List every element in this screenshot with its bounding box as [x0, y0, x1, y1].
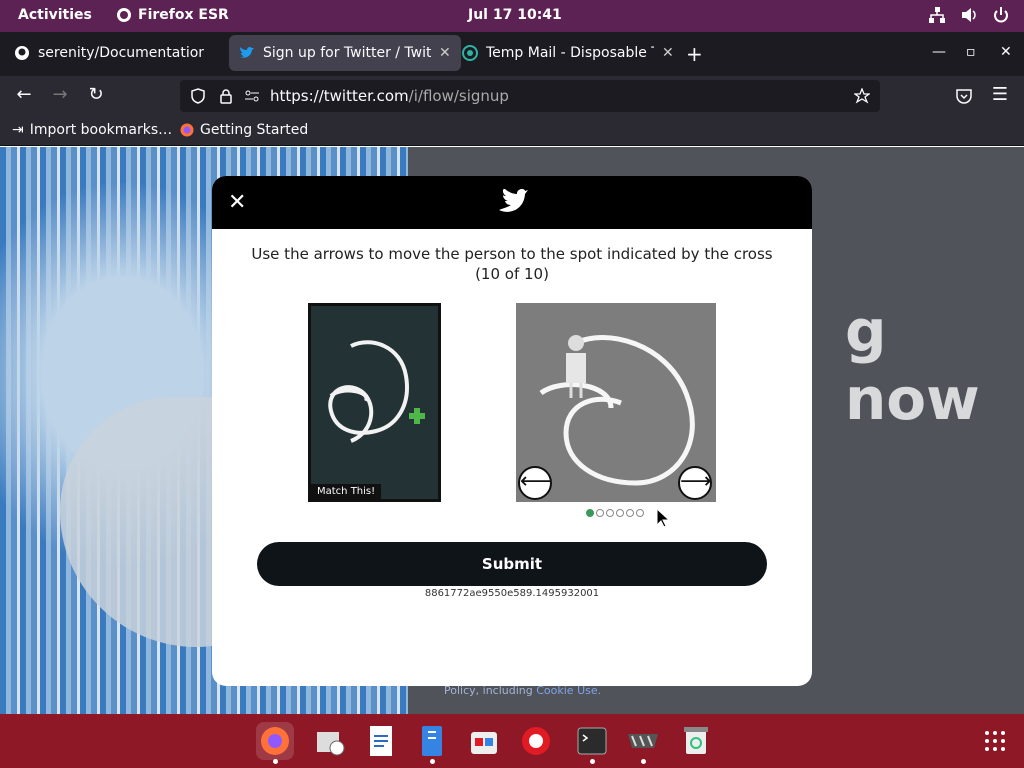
progress-counter: (10 of 10) [475, 265, 549, 283]
dock-firefox[interactable] [256, 722, 294, 760]
firefox-icon [261, 727, 289, 755]
running-indicator [590, 759, 595, 764]
running-indicator [430, 759, 435, 764]
tab-strip: serenity/Documentation/ Sign up for Twit… [0, 32, 1024, 76]
progress-dot [616, 509, 624, 517]
tab-title: serenity/Documentation/ [38, 45, 204, 61]
progress-dot [626, 509, 634, 517]
firefox-icon [180, 123, 194, 137]
dock-evolution[interactable] [311, 722, 349, 760]
tab-twitter-signup[interactable]: Sign up for Twitter / Twitt ✕ [229, 35, 461, 71]
progress-dot [586, 509, 594, 517]
dock-terminal[interactable] [573, 722, 611, 760]
bookmark-import[interactable]: ⇥ Import bookmarks… [12, 122, 172, 138]
target-image: Match This! [308, 303, 441, 502]
move-left-button[interactable]: ⟵ [518, 466, 552, 500]
mouse-cursor-icon [656, 508, 670, 528]
permissions-icon[interactable] [244, 88, 260, 104]
running-indicator [273, 759, 278, 764]
menu-icon[interactable]: ☰ [988, 84, 1012, 105]
pocket-icon[interactable] [956, 88, 972, 104]
tab-github[interactable]: serenity/Documentation/ [4, 35, 214, 71]
back-button[interactable]: ← [12, 84, 36, 105]
progress-dot [606, 509, 614, 517]
dock [0, 714, 1024, 768]
app-menu[interactable]: Firefox ESR [116, 7, 229, 23]
submit-button[interactable]: Submit [257, 542, 767, 586]
system-top-bar: Activities Firefox ESR Jul 17 10:41 [0, 0, 1024, 32]
dock-files[interactable] [413, 722, 451, 760]
tab-title: Sign up for Twitter / Twitt [263, 45, 431, 61]
bookmarks-toolbar: ⇥ Import bookmarks… Getting Started [0, 116, 1024, 146]
tab-tempmail[interactable]: Temp Mail - Disposable T ✕ [452, 35, 684, 71]
network-icon[interactable] [928, 6, 946, 24]
new-tab-button[interactable]: + [686, 42, 703, 66]
github-icon [15, 46, 29, 60]
bookmark-star-icon[interactable] [854, 88, 870, 104]
system-tray[interactable] [928, 6, 1010, 24]
close-window-button[interactable]: ✕ [1000, 44, 1012, 60]
app-name: Firefox ESR [138, 7, 229, 23]
firefox-icon [117, 8, 131, 22]
puzzle-image: ⟵ ⟶ [516, 303, 716, 502]
progress-dots [586, 509, 644, 517]
url-host: https://twitter.com [270, 87, 409, 105]
twitter-logo-icon [499, 189, 528, 212]
shield-icon[interactable] [190, 88, 206, 104]
reload-button[interactable]: ↻ [84, 84, 108, 105]
evolution-icon [317, 732, 345, 756]
import-icon: ⇥ [12, 122, 24, 138]
url-path: /i/flow/signup [408, 87, 509, 105]
software-icon [471, 732, 497, 754]
running-indicator [641, 759, 646, 764]
help-icon [522, 727, 550, 755]
url-text[interactable]: https://twitter.com/i/flow/signup [270, 87, 509, 105]
forward-button[interactable]: → [48, 84, 72, 105]
bookmark-label: Import bookmarks… [29, 122, 173, 138]
close-dialog-button[interactable]: ✕ [228, 190, 246, 215]
dock-vim[interactable] [624, 722, 662, 760]
tab-close-button[interactable]: ✕ [439, 45, 451, 61]
captcha-dialog: ✕ Use the arrows to move the person to t… [212, 176, 812, 686]
url-bar[interactable]: https://twitter.com/i/flow/signup [180, 80, 880, 112]
session-token: 8861772ae9550e589.1495932001 [424, 588, 600, 599]
bookmark-label: Getting Started [200, 122, 309, 138]
bookmark-getting-started[interactable]: Getting Started [180, 122, 308, 138]
dock-software[interactable] [465, 722, 503, 760]
show-apps-icon[interactable] [984, 730, 1006, 752]
terminal-icon [577, 727, 607, 755]
dock-writer[interactable] [362, 722, 400, 760]
clock[interactable]: Jul 17 10:41 [468, 7, 562, 23]
writer-icon [370, 726, 392, 756]
activities-button[interactable]: Activities [18, 7, 92, 23]
dock-help[interactable] [517, 722, 555, 760]
target-caption: Match This! [311, 484, 382, 499]
lock-icon[interactable] [218, 88, 234, 104]
maximize-button[interactable]: ▫ [966, 44, 976, 60]
captcha-instruction: Use the arrows to move the person to the… [212, 244, 812, 284]
minimize-button[interactable]: — [932, 44, 946, 60]
power-icon[interactable] [992, 6, 1010, 24]
move-right-button[interactable]: ⟶ [678, 466, 712, 500]
background-headline: g now [845, 297, 980, 433]
tempmail-icon [462, 45, 478, 61]
vim-icon [628, 734, 658, 748]
trash-icon [684, 727, 708, 754]
dock-trash[interactable] [677, 722, 715, 760]
tab-title: Temp Mail - Disposable T [486, 45, 654, 61]
tab-close-button[interactable]: ✕ [662, 45, 674, 61]
instruction-text: Use the arrows to move the person to the… [251, 245, 773, 263]
files-icon [422, 726, 442, 756]
volume-icon[interactable] [960, 6, 978, 24]
target-path-drawing [311, 306, 438, 499]
progress-dot [596, 509, 604, 517]
twitter-icon [240, 46, 254, 58]
navigation-toolbar: ← → ↻ https://twitter.com/i/flow/signup … [0, 76, 1024, 116]
dialog-header: ✕ [212, 176, 812, 229]
progress-dot [636, 509, 644, 517]
